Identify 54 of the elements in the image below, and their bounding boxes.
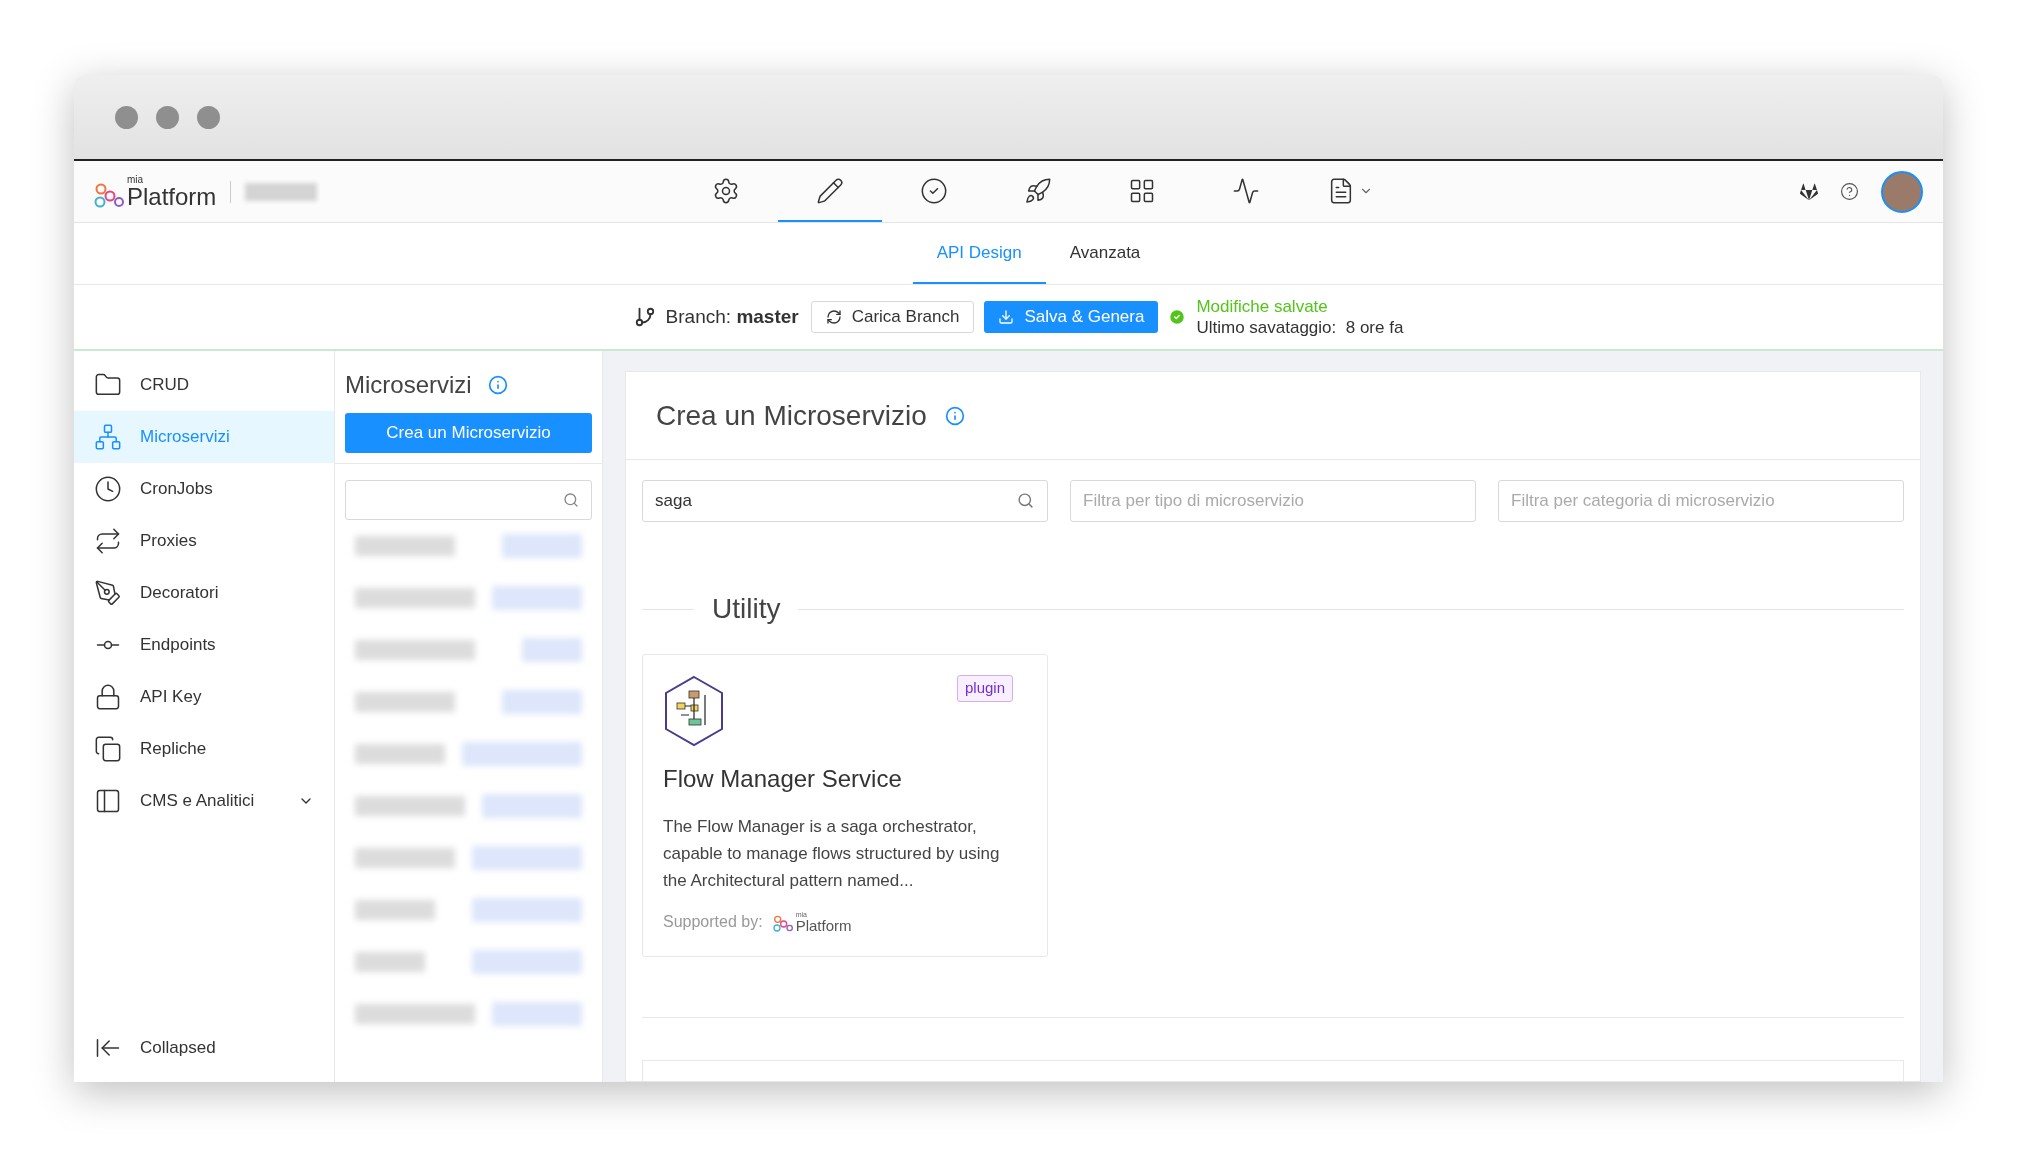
check-circle-icon <box>920 176 948 205</box>
sidebar-item[interactable]: CRUD <box>74 359 334 411</box>
card-title: Flow Manager Service <box>663 764 903 794</box>
branch-icon <box>633 306 656 328</box>
gear-icon <box>712 176 740 205</box>
avatar[interactable] <box>1881 170 1923 213</box>
subtab[interactable]: Avanzata <box>1045 223 1165 284</box>
supported-by-label: Supported by: <box>663 912 763 932</box>
rocket-icon <box>1024 176 1052 205</box>
search-field[interactable] <box>345 480 592 520</box>
info-icon[interactable] <box>487 375 508 395</box>
download-icon <box>998 309 1015 325</box>
card-description: The Flow Manager is a saga orchestrator, capable to manage flows structured by using the Architectural pattern named... <box>663 816 1001 892</box>
clock-icon <box>94 475 122 503</box>
last-saved-text: Ultimo savataggio: 8 ore fa <box>1196 317 1404 338</box>
logo-icon <box>772 915 793 933</box>
plugin-badge: plugin <box>956 675 1013 702</box>
save-status: Modifiche salvate <box>1196 296 1329 317</box>
pencil-icon <box>816 176 844 205</box>
search-field[interactable]: saga <box>642 480 1048 522</box>
network-icon <box>94 423 122 451</box>
sidebar-item[interactable]: Repliche <box>74 723 334 775</box>
copy-icon <box>94 735 122 763</box>
help-icon[interactable] <box>1840 182 1859 201</box>
sidebar-item[interactable]: CMS e Analitici <box>74 775 334 827</box>
sidebar-item[interactable]: API Key <box>74 671 334 723</box>
repeat-arrows-icon <box>94 527 122 555</box>
pen-nib-icon <box>94 579 122 607</box>
pulse-icon <box>1232 176 1260 205</box>
load-branch-button[interactable]: Carica Branch <box>810 301 975 333</box>
fox-head-icon[interactable] <box>1800 182 1818 201</box>
logo-icon <box>94 182 124 209</box>
sidebar-item[interactable]: Endpoints <box>74 619 334 671</box>
logo-small-text: mia <box>127 174 145 185</box>
logo-text: Platform <box>795 918 852 933</box>
search-icon <box>563 492 579 508</box>
flow-diagram-logo-icon <box>663 675 725 747</box>
logo-text: Platform <box>127 184 217 209</box>
success-icon <box>1168 308 1187 326</box>
filter-select[interactable]: Filtra per categoria di microservizio <box>1498 480 1904 522</box>
lock-icon <box>94 683 122 711</box>
panel-icon <box>94 787 122 815</box>
sidebar-item[interactable]: Proxies <box>74 515 334 567</box>
collapse-button[interactable]: Collapsed <box>74 1022 334 1074</box>
refresh-icon <box>825 309 842 325</box>
info-icon[interactable] <box>944 405 965 426</box>
sidebar-item[interactable]: CronJobs <box>74 463 334 515</box>
filter-select[interactable]: Filtra per tipo di microservizio <box>1070 480 1476 522</box>
page-title: Crea un Microservizio <box>656 398 927 433</box>
section-heading: Utility <box>712 592 781 626</box>
search-icon <box>1017 492 1034 509</box>
branch-label: Branch: master <box>665 304 799 329</box>
sidebar-item[interactable]: Decoratori <box>74 567 334 619</box>
panel-title: Microservizi <box>345 370 472 400</box>
